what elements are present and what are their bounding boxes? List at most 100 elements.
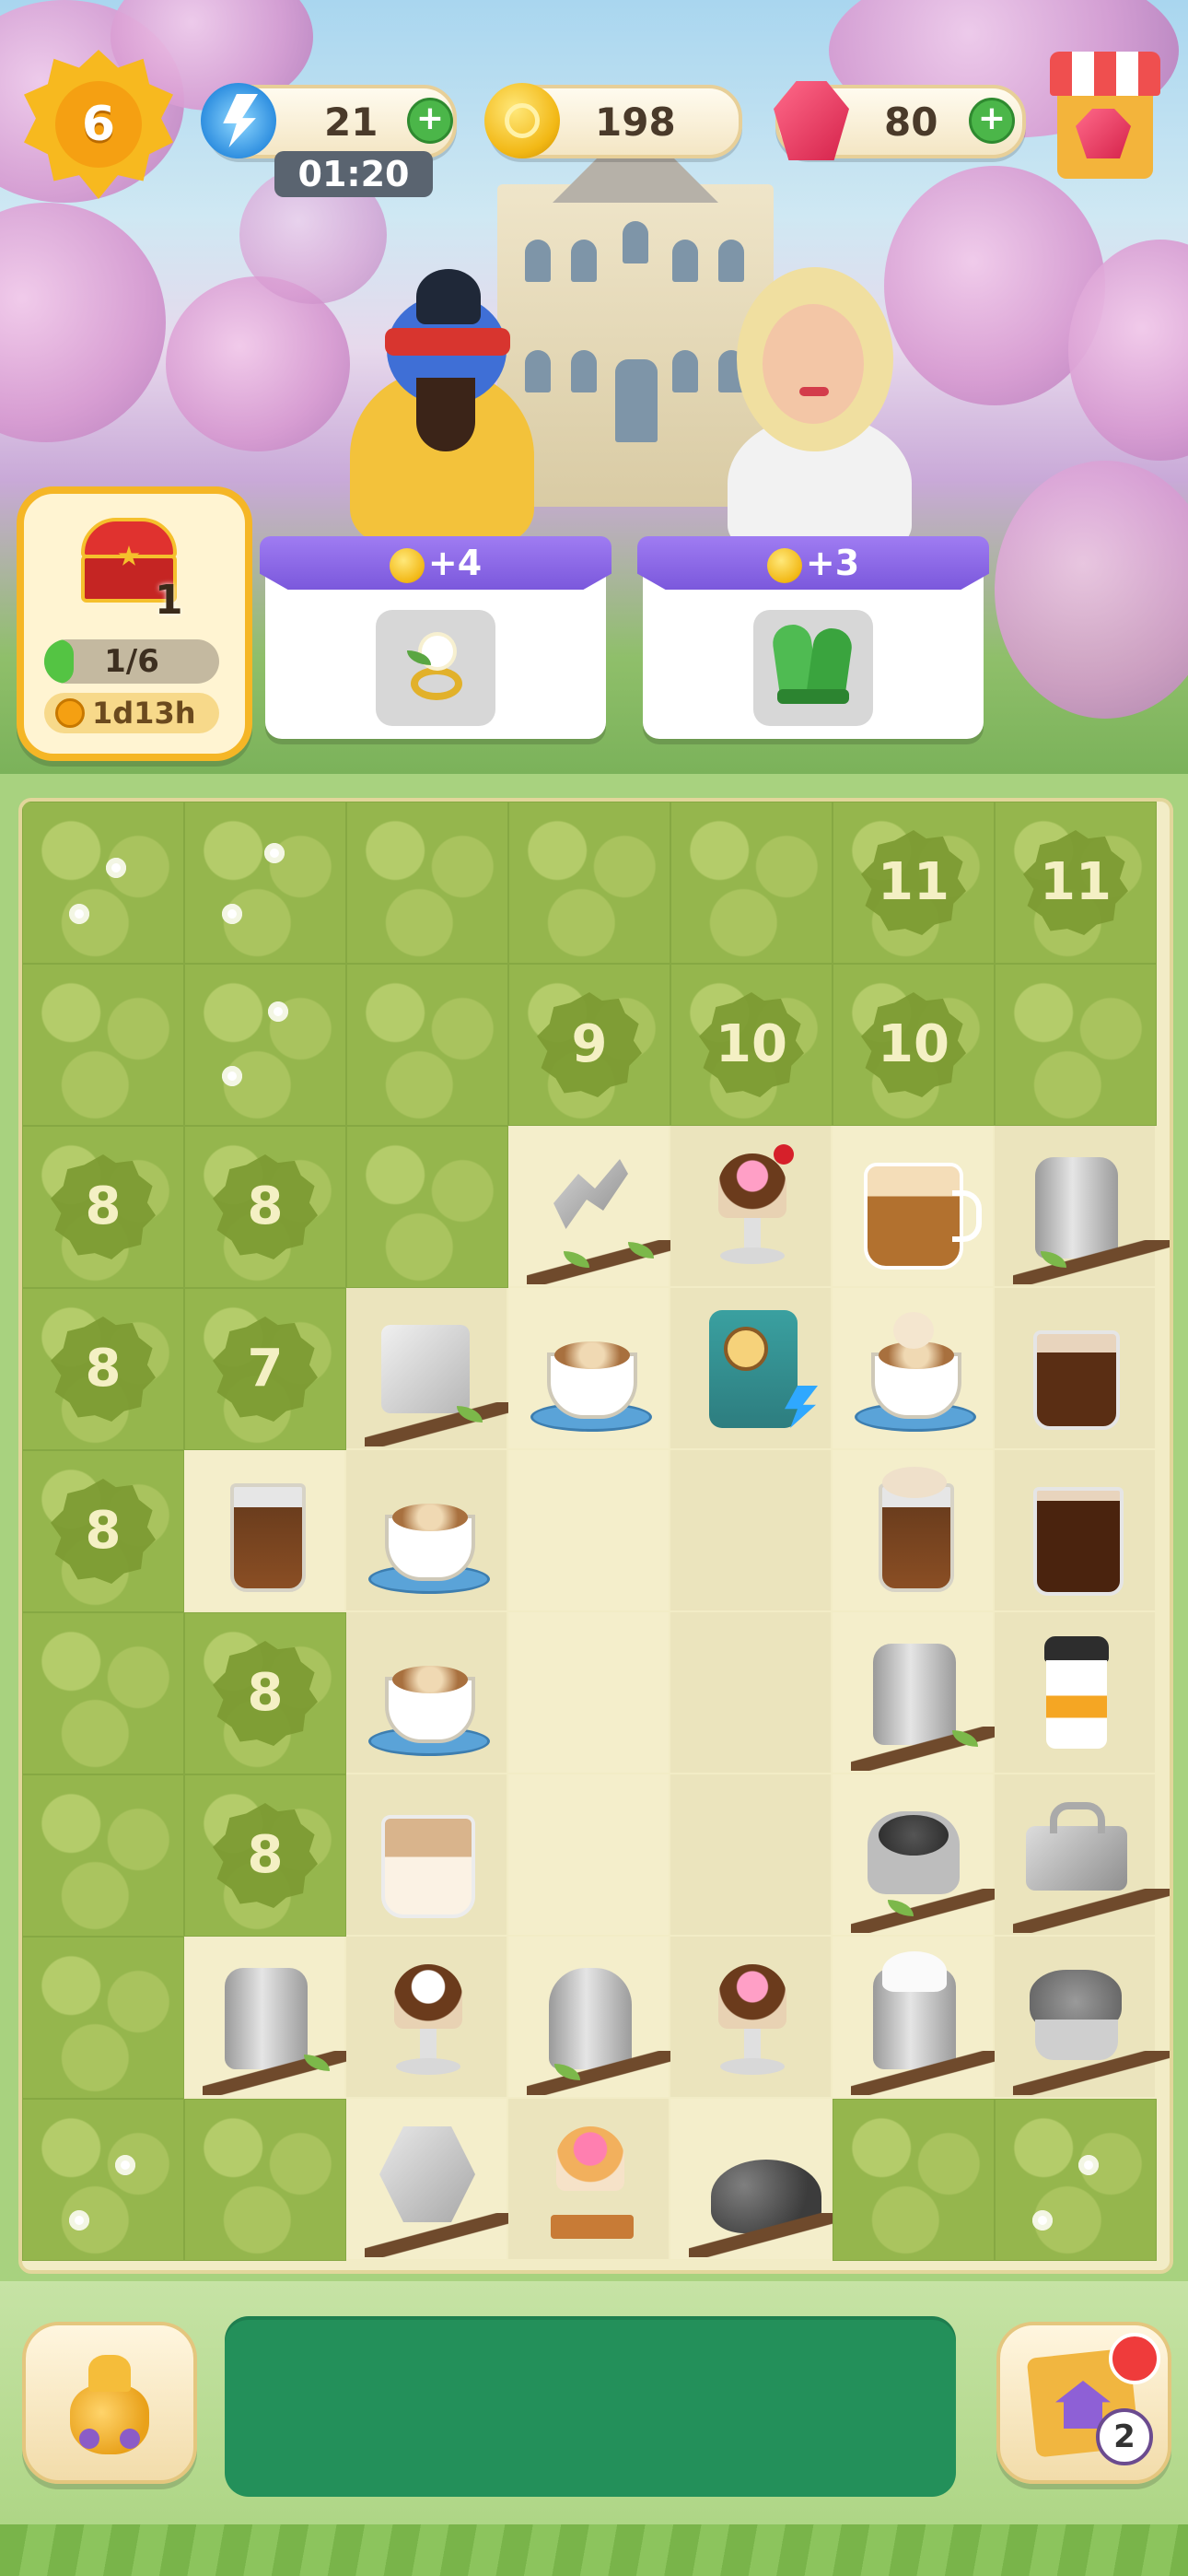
bush-tile[interactable] [22, 1612, 184, 1774]
ice-cream-sundae-item[interactable] [689, 1141, 812, 1270]
board-cell[interactable] [833, 1126, 993, 1286]
board-cell[interactable] [833, 1288, 993, 1448]
bush-tile[interactable] [995, 964, 1157, 1126]
paw-latte-item[interactable] [527, 1303, 652, 1432]
board-cell[interactable] [670, 1937, 831, 2097]
add-gems-button[interactable]: + [969, 98, 1015, 144]
bush-tile[interactable] [833, 2099, 995, 2261]
board-cell[interactable] [508, 1937, 687, 2097]
milk-can-item[interactable] [1013, 1141, 1170, 1284]
bush-tile[interactable] [346, 802, 508, 964]
board-cell[interactable] [995, 1937, 1170, 2097]
bush-tile[interactable] [184, 802, 346, 964]
board-cell[interactable] [508, 2099, 669, 2259]
takeaway-cup-item[interactable] [1013, 1627, 1136, 1756]
cat-latte-item[interactable] [365, 1627, 490, 1756]
dark-rocks-item[interactable] [689, 2113, 849, 2257]
frappe-item[interactable] [851, 1465, 974, 1594]
bush-tile[interactable] [995, 2099, 1157, 2261]
latte-mug-item[interactable] [851, 1141, 982, 1270]
whipped-cream-can-item[interactable] [851, 1951, 1011, 2095]
board-cell[interactable] [670, 1450, 831, 1610]
board-cell[interactable] [346, 1450, 507, 1610]
order-card-2[interactable]: +3 [637, 536, 989, 739]
board-cell[interactable] [184, 1450, 344, 1610]
board-cell[interactable] [833, 1612, 1011, 1773]
board-cell[interactable] [995, 1126, 1170, 1286]
chocolate-sundae-item[interactable] [689, 1951, 812, 2080]
inventory-bag-button[interactable] [22, 2322, 197, 2484]
locked-tile[interactable]: 7 [184, 1288, 346, 1450]
storage-slot-bar[interactable] [225, 2316, 956, 2497]
donut-sundae-item[interactable] [527, 2113, 650, 2242]
board-cell[interactable] [346, 1937, 507, 2097]
board-cell[interactable] [670, 1774, 831, 1935]
board-cell[interactable] [995, 1612, 1155, 1773]
milk-jug-item[interactable] [527, 1951, 687, 2095]
locked-tile[interactable]: 11 [995, 802, 1157, 964]
board-cell[interactable] [670, 1126, 831, 1286]
board-cell[interactable] [508, 1288, 669, 1448]
milk-can-item[interactable] [851, 1627, 1011, 1771]
order-card-1[interactable]: +4 [260, 536, 611, 739]
board-cell[interactable] [508, 1450, 669, 1610]
board-cell[interactable] [346, 2099, 525, 2259]
locked-tile[interactable]: 8 [184, 1126, 346, 1288]
board-cell[interactable] [995, 1774, 1170, 1935]
board-cell[interactable] [670, 2099, 849, 2259]
add-energy-button[interactable]: + [407, 98, 453, 144]
bear-latte-item[interactable] [851, 1303, 976, 1432]
locked-tile[interactable]: 8 [184, 1774, 346, 1937]
order-item-slot[interactable] [753, 610, 873, 726]
energy-counter[interactable]: 21 + [201, 83, 457, 158]
iced-coffee-item[interactable] [203, 1465, 326, 1594]
flower-basket-item[interactable] [1013, 1951, 1170, 2095]
board-cell[interactable] [508, 1126, 687, 1286]
board-cell[interactable] [670, 1288, 831, 1448]
board-cell[interactable] [346, 1288, 525, 1448]
grinder-block-item[interactable] [365, 1303, 525, 1446]
locked-tile[interactable]: 8 [22, 1288, 184, 1450]
coffee-beans-sack-item[interactable] [851, 1789, 1011, 1933]
locked-tile[interactable]: 9 [508, 964, 670, 1126]
board-cell[interactable] [670, 1612, 831, 1773]
bush-tile[interactable] [508, 802, 670, 964]
bush-tile[interactable] [22, 2099, 184, 2261]
board-cell[interactable] [184, 1937, 363, 2097]
coffee-glass-item[interactable] [1013, 1465, 1136, 1596]
mocha-sundae-item[interactable] [365, 1951, 488, 2080]
locked-tile[interactable]: 10 [670, 964, 833, 1126]
beehive-plate-item[interactable] [365, 2113, 525, 2257]
board-cell[interactable] [995, 1450, 1155, 1610]
board-cell[interactable] [833, 1774, 1011, 1935]
player-level-badge[interactable]: 6 [24, 50, 173, 199]
bush-tile[interactable] [22, 802, 184, 964]
board-cell[interactable] [346, 1612, 507, 1773]
board-cell[interactable] [995, 1288, 1155, 1448]
bush-tile[interactable] [184, 2099, 346, 2261]
locked-tile[interactable]: 10 [833, 964, 995, 1126]
bush-tile[interactable] [184, 964, 346, 1126]
locked-tile[interactable]: 8 [184, 1612, 346, 1774]
bush-tile[interactable] [22, 1774, 184, 1937]
latte-art-cup-item[interactable] [365, 1465, 490, 1594]
coffee-machine-generator[interactable] [689, 1303, 818, 1432]
coffee-glass-mug-item[interactable] [1013, 1303, 1136, 1432]
coin-counter[interactable]: 198 [484, 83, 742, 158]
toolbox-item[interactable] [1013, 1789, 1170, 1933]
board-cell[interactable] [508, 1612, 669, 1773]
bush-tile[interactable] [670, 802, 833, 964]
bush-tile[interactable] [346, 964, 508, 1126]
board-cell[interactable] [346, 1774, 507, 1935]
bush-tile[interactable] [22, 964, 184, 1126]
grinder-parts-item[interactable] [527, 1141, 687, 1284]
locked-tile[interactable]: 11 [833, 802, 995, 964]
order-item-slot[interactable] [376, 610, 495, 726]
board-cell[interactable] [508, 1774, 669, 1935]
cappuccino-glass-item[interactable] [365, 1789, 488, 1918]
reward-chest-card[interactable]: 1 1/6 1d13h [17, 486, 252, 761]
locked-tile[interactable]: 8 [22, 1450, 184, 1612]
shop-button[interactable] [1044, 52, 1166, 186]
board-cell[interactable] [833, 1937, 1011, 2097]
board-cell[interactable] [833, 1450, 993, 1610]
